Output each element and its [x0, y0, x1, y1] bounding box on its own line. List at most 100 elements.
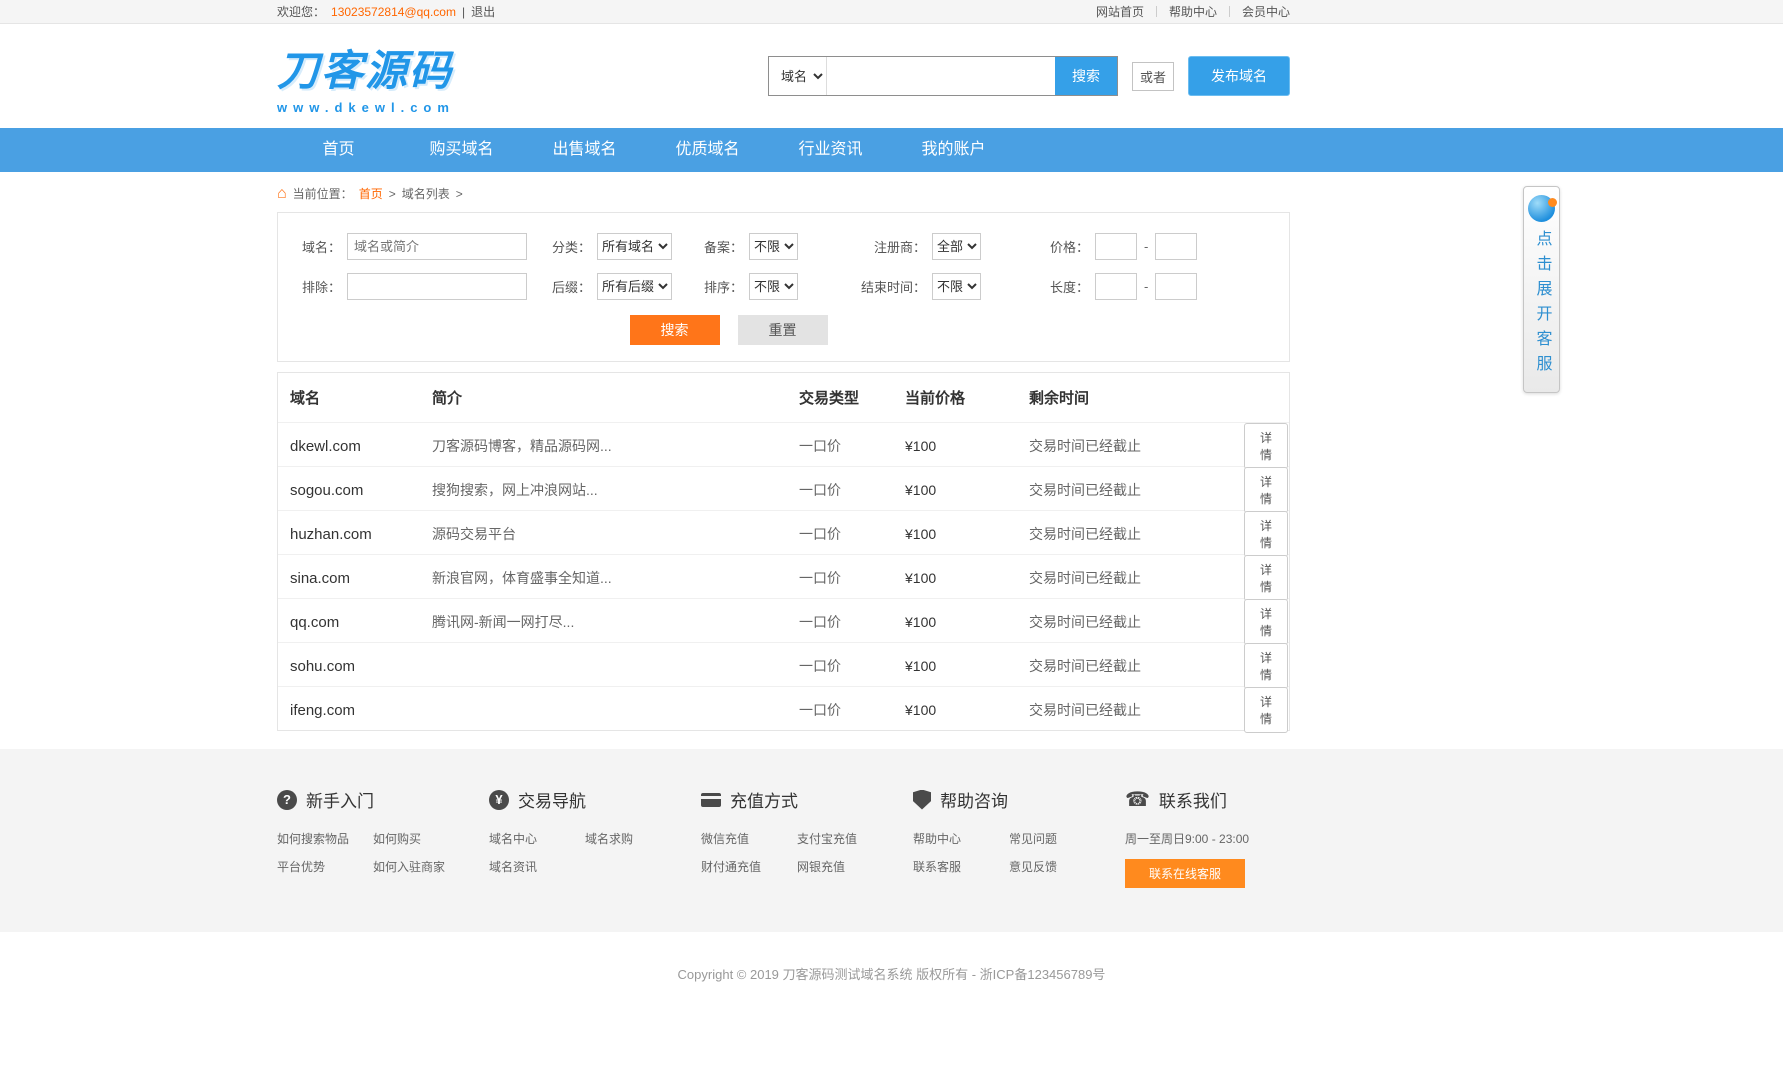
footer-link[interactable]: 域名中心: [489, 830, 585, 847]
footer-link[interactable]: 帮助中心: [913, 830, 1009, 847]
detail-button[interactable]: 详情: [1244, 555, 1288, 601]
topbar-link-help-center[interactable]: 帮助中心: [1169, 3, 1217, 20]
detail-button[interactable]: 详情: [1244, 687, 1288, 733]
footer-link[interactable]: 如何入驻商家: [373, 858, 469, 875]
topbar-link-site-home[interactable]: 网站首页: [1096, 3, 1144, 20]
length-max-input[interactable]: [1155, 273, 1197, 300]
site-logo[interactable]: 刀客源码 www.dkewl.com: [277, 37, 455, 115]
beian-filter-label: 备案：: [698, 237, 743, 256]
table-row: sohu.com 一口价 ¥100 交易时间已经截止 详情: [278, 642, 1289, 686]
breadcrumb-separator: >: [456, 187, 463, 201]
suffix-filter-select[interactable]: 所有后缀: [597, 273, 672, 300]
detail-button[interactable]: 详情: [1244, 643, 1288, 689]
nav-item-my-account[interactable]: 我的账户: [892, 128, 1015, 172]
footer-col-title: 充值方式: [701, 787, 901, 812]
filter-search-button[interactable]: 搜索: [630, 315, 720, 345]
row-type: 一口价: [799, 656, 905, 676]
customer-service-tab[interactable]: 点击展开客服: [1523, 186, 1560, 393]
table-header-row: 域名 简介 交易类型 当前价格 剩余时间: [278, 373, 1289, 422]
detail-button[interactable]: 详情: [1244, 599, 1288, 645]
copyright: Copyright © 2019 刀客源码测试域名系统 版权所有 - 浙ICP备…: [0, 932, 1783, 1023]
row-type: 一口价: [799, 524, 905, 544]
search-type-select[interactable]: 域名: [769, 57, 827, 95]
endtime-filter-select[interactable]: 不限: [932, 273, 981, 300]
length-min-input[interactable]: [1095, 273, 1137, 300]
footer-link[interactable]: 微信充值: [701, 830, 797, 847]
detail-button[interactable]: 详情: [1244, 423, 1288, 469]
footer-col-help: 帮助咨询 帮助中心 常见问题 联系客服 意见反馈: [913, 787, 1113, 888]
row-domain: qq.com: [290, 614, 432, 631]
price-max-input[interactable]: [1155, 233, 1197, 260]
trade-nav-icon: ¥: [489, 790, 509, 810]
nav-item-sell-domain[interactable]: 出售域名: [523, 128, 646, 172]
header-search-input[interactable]: [827, 57, 1055, 95]
footer-link[interactable]: 网银充值: [797, 858, 893, 875]
nav-item-industry-news[interactable]: 行业资讯: [769, 128, 892, 172]
service-hours: 周一至周日9:00 - 23:00: [1125, 830, 1290, 847]
header-search-button[interactable]: 搜索: [1055, 57, 1117, 95]
domain-filter-input[interactable]: [347, 233, 527, 260]
filter-field-registrar: 注册商： 全部: [856, 233, 1044, 260]
registrar-filter-label: 注册商：: [856, 237, 926, 256]
nav-item-buy-domain[interactable]: 购买域名: [400, 128, 523, 172]
footer-col-recharge: 充值方式 微信充值 支付宝充值 财付通充值 网银充值: [701, 787, 901, 888]
row-type: 一口价: [799, 700, 905, 720]
footer-link[interactable]: 财付通充值: [701, 858, 797, 875]
filter-row-1: 域名： 分类： 所有域名 备案： 不限 注册商： 全部: [296, 233, 1271, 260]
shield-icon: [913, 790, 931, 810]
exclude-filter-input[interactable]: [347, 273, 527, 300]
detail-button[interactable]: 详情: [1244, 467, 1288, 513]
topbar-separator: [1156, 6, 1157, 17]
detail-button[interactable]: 详情: [1244, 511, 1288, 557]
row-type: 一口价: [799, 612, 905, 632]
topbar-user-area: 欢迎您： 13023572814@qq.com | 退出: [277, 3, 495, 20]
table-row: sina.com 新浪官网，体育盛事全知道... 一口价 ¥100 交易时间已经…: [278, 554, 1289, 598]
filter-field-sort: 排序： 不限: [698, 273, 856, 300]
row-domain: sina.com: [290, 570, 432, 587]
footer-link[interactable]: 联系客服: [913, 858, 1009, 875]
table-row: huzhan.com 源码交易平台 一口价 ¥100 交易时间已经截止 详情: [278, 510, 1289, 554]
filter-reset-button[interactable]: 重置: [738, 315, 828, 345]
row-domain: huzhan.com: [290, 526, 432, 543]
footer-link[interactable]: 如何购买: [373, 830, 469, 847]
row-price: ¥100: [905, 482, 1029, 498]
table-row: sogou.com 搜狗搜索，网上冲浪网站... 一口价 ¥100 交易时间已经…: [278, 466, 1289, 510]
price-range-dash: -: [1144, 239, 1148, 254]
filter-field-suffix: 后缀： 所有后缀: [546, 273, 698, 300]
category-filter-select[interactable]: 所有域名: [597, 233, 672, 260]
footer-link[interactable]: 支付宝充值: [797, 830, 893, 847]
footer-col-title-text: 交易导航: [518, 787, 586, 812]
home-icon: ⌂: [277, 186, 287, 202]
footer-link[interactable]: 意见反馈: [1009, 858, 1105, 875]
header: 刀客源码 www.dkewl.com 域名 搜索 或者 发布域名: [0, 24, 1783, 128]
footer-col-beginner: ? 新手入门 如何搜索物品 如何购买 平台优势 如何入驻商家: [277, 787, 477, 888]
row-desc: 腾讯网-新闻一网打尽...: [432, 612, 799, 632]
user-email-link[interactable]: 13023572814@qq.com: [331, 5, 456, 19]
footer-link[interactable]: 平台优势: [277, 858, 373, 875]
footer-link[interactable]: 域名求购: [585, 830, 681, 847]
nav-item-home[interactable]: 首页: [277, 128, 400, 172]
publish-domain-button[interactable]: 发布域名: [1188, 56, 1290, 96]
footer-col-title-text: 充值方式: [730, 787, 798, 812]
footer-link[interactable]: 常见问题: [1009, 830, 1105, 847]
breadcrumb-home-link[interactable]: 首页: [359, 185, 383, 202]
footer-link[interactable]: 域名资讯: [489, 858, 585, 875]
topbar-link-member-center[interactable]: 会员中心: [1242, 3, 1290, 20]
phone-icon: ☎: [1125, 790, 1150, 810]
row-price: ¥100: [905, 614, 1029, 630]
nav-item-premium-domain[interactable]: 优质域名: [646, 128, 769, 172]
topbar-separator: [1229, 6, 1230, 17]
length-range-dash: -: [1144, 279, 1148, 294]
beian-filter-select[interactable]: 不限: [749, 233, 798, 260]
price-min-input[interactable]: [1095, 233, 1137, 260]
sort-filter-select[interactable]: 不限: [749, 273, 798, 300]
registrar-filter-select[interactable]: 全部: [932, 233, 981, 260]
contact-online-service-button[interactable]: 联系在线客服: [1125, 859, 1245, 888]
category-filter-label: 分类：: [546, 237, 591, 256]
footer-link[interactable]: 如何搜索物品: [277, 830, 373, 847]
row-time: 交易时间已经截止: [1029, 612, 1244, 632]
filter-buttons: 搜索 重置: [296, 315, 1161, 345]
sort-filter-label: 排序：: [698, 277, 743, 296]
row-time: 交易时间已经截止: [1029, 700, 1244, 720]
logout-link[interactable]: 退出: [471, 3, 495, 20]
